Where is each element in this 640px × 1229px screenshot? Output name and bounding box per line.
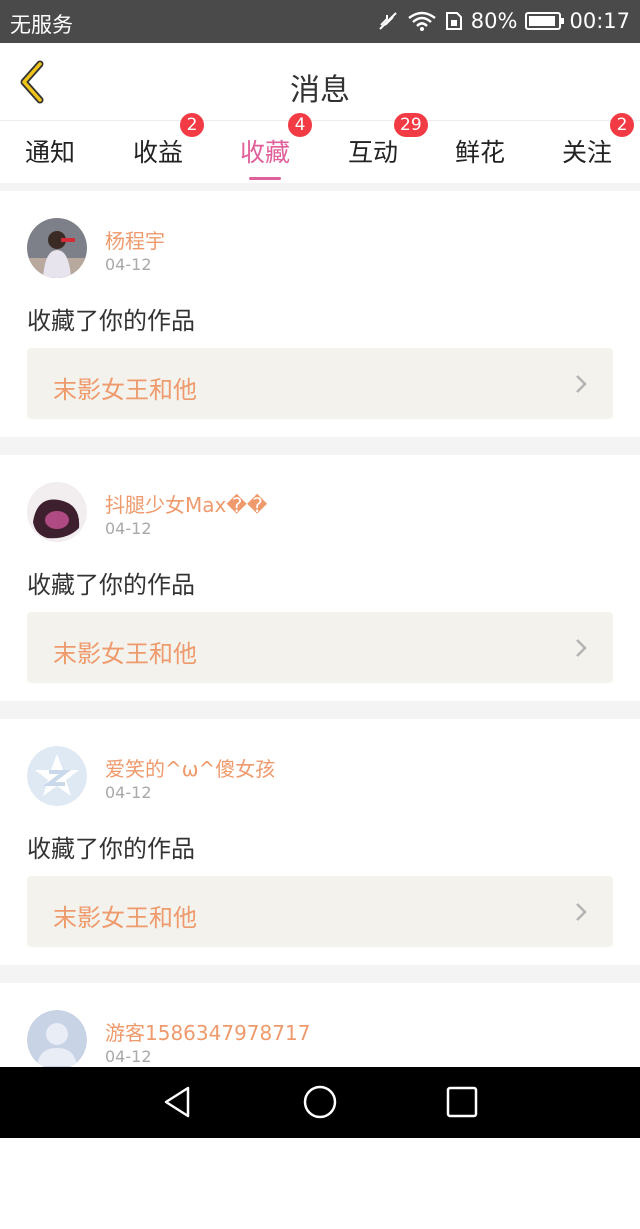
chevron-right-icon [576,375,587,393]
work-link[interactable]: 末影女王和他 [27,348,613,419]
chevron-right-icon [576,639,587,657]
user-name[interactable]: 游客1586347978717 [105,1017,310,1046]
work-link[interactable]: 末影女王和他 [27,876,613,947]
system-nav-bar [0,1067,640,1138]
nav-recents-icon[interactable] [444,1084,480,1120]
tab-badge-follow: 2 [610,113,634,137]
date-text: 04-12 [105,1047,152,1066]
list-item: 抖腿少女Max�� 04-12 收藏了你的作品 末影女王和他 [0,455,640,701]
user-name[interactable]: 杨程宇 [105,225,165,254]
title-bar: 消息 [0,43,640,121]
message-text: 收藏了你的作品 [27,835,195,863]
carrier-text: 无服务 [10,13,73,37]
user-name[interactable]: 爱笑的^ω^傻女孩 [105,753,275,782]
tab-income[interactable]: 收益 [133,133,183,169]
list-item: 爱笑的^ω^傻女孩 04-12 收藏了你的作品 末影女王和他 [0,719,640,965]
date-text: 04-12 [105,519,152,538]
chevron-right-icon [576,903,587,921]
tab-badge-favorites: 4 [288,113,312,137]
battery-icon [525,12,565,30]
tab-label: 收藏 [240,138,291,167]
wifi-icon [408,11,436,31]
active-tab-indicator [249,177,281,180]
nav-home-icon[interactable] [302,1084,338,1120]
list-item: 杨程宇 04-12 收藏了你的作品 末影女王和他 [0,191,640,437]
mute-icon [379,12,397,30]
message-text: 收藏了你的作品 [27,571,195,599]
message-text: 收藏了你的作品 [27,307,195,335]
avatar[interactable] [27,1010,87,1070]
tab-label: 通知 [25,138,76,167]
tab-label: 关注 [562,138,613,167]
tab-bar: 通知 收益 2 收藏 4 互动 29 鲜花 关注 2 [0,113,640,183]
sim-icon [445,12,462,30]
user-name[interactable]: 抖腿少女Max�� [105,489,267,518]
work-title: 末影女王和他 [53,376,197,404]
tab-label: 收益 [133,138,184,167]
work-title: 末影女王和他 [53,640,197,668]
tab-label: 鲜花 [455,138,506,167]
status-bar: 无服务 80% 00:17 [0,0,640,43]
page-title: 消息 [290,73,350,108]
avatar[interactable] [27,746,87,806]
nav-back-icon[interactable] [160,1084,196,1120]
tab-badge-interaction: 29 [394,113,428,137]
avatar[interactable] [27,218,87,278]
tab-flowers[interactable]: 鲜花 [455,133,505,169]
tab-interaction[interactable]: 互动 [348,133,398,169]
date-text: 04-12 [105,255,152,274]
avatar[interactable] [27,482,87,542]
tab-follow[interactable]: 关注 [562,133,612,169]
clock-time: 00:17 [569,9,630,33]
work-link[interactable]: 末影女王和他 [27,612,613,683]
work-title: 末影女王和他 [53,904,197,932]
tab-notice[interactable]: 通知 [25,133,75,169]
date-text: 04-12 [105,783,152,802]
tab-label: 互动 [348,138,399,167]
tab-favorites[interactable]: 收藏 [240,133,290,180]
tab-badge-income: 2 [180,113,204,137]
battery-percent: 80% [470,9,518,33]
